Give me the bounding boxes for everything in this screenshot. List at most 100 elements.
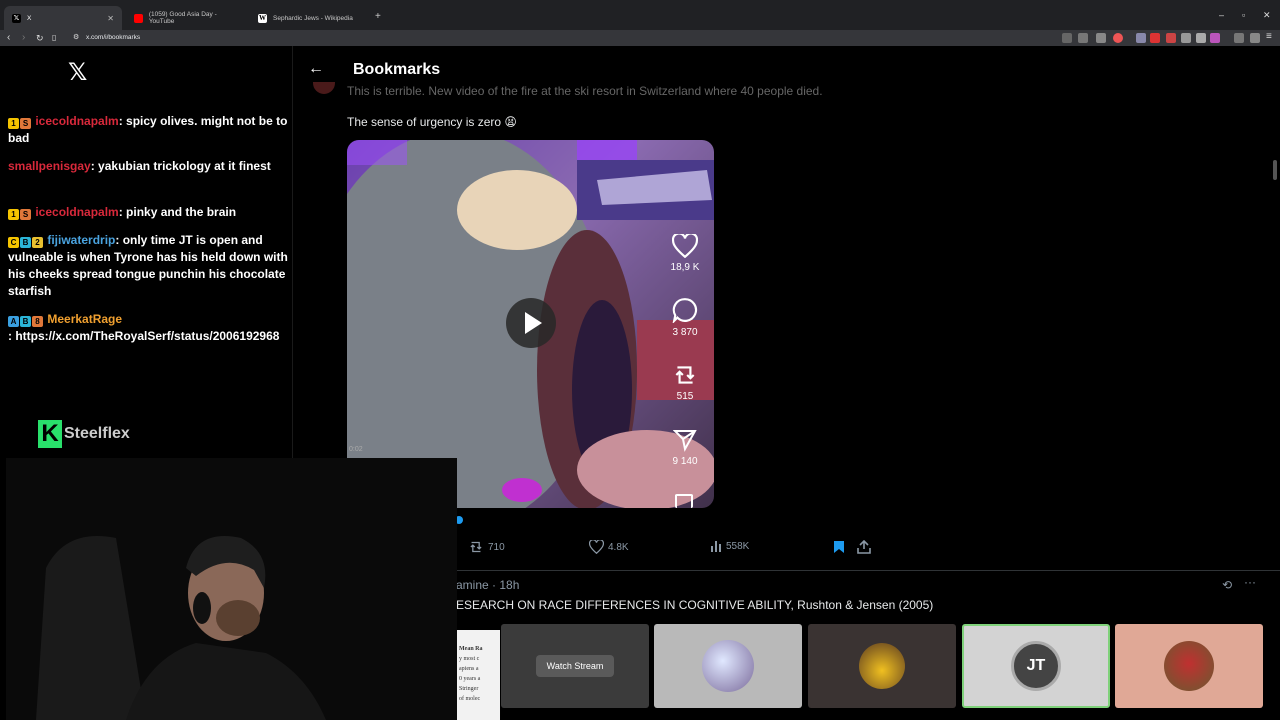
extension-icon[interactable] <box>1136 33 1146 43</box>
paper-image[interactable]: Mean Ra y most c apiens a 0 years a Stri… <box>457 630 500 720</box>
badge-icon: 8 <box>32 316 43 327</box>
close-window-icon[interactable]: ✕ <box>1263 10 1271 21</box>
chat-text: : pinky and the brain <box>118 205 237 219</box>
forward-nav-icon[interactable]: › <box>22 30 25 46</box>
watch-stream-button[interactable]: Watch Stream <box>536 655 614 677</box>
grok-icon[interactable]: ⟲ <box>1222 578 1232 592</box>
badge-icon: 2 <box>32 237 43 248</box>
chat-text: : https://x.com/TheRoyalSerf/status/2006… <box>8 329 280 343</box>
tab-label: (1059) Good Asia Day - YouTube <box>148 11 217 25</box>
chat-username[interactable]: icecoldnapalm <box>35 205 118 219</box>
comment-icon <box>672 298 698 323</box>
chat-message: smallpenisgay: yakubian trickology at it… <box>8 158 290 175</box>
wallet-icon[interactable] <box>1250 33 1260 43</box>
paper-line: y most c <box>459 656 480 662</box>
sidebar-toggle-icon[interactable] <box>1234 33 1244 43</box>
heart-icon <box>589 540 604 554</box>
chat-message: AB8 MeerkatRage : https://x.com/TheRoyalS… <box>8 311 292 345</box>
heart-icon <box>672 234 698 258</box>
view-count: 558K <box>726 540 750 552</box>
close-tab-icon[interactable]: ✕ <box>107 14 114 23</box>
paper-line: Mean Ra <box>459 646 483 652</box>
x-logo-icon[interactable]: 𝕏 <box>68 58 87 87</box>
tab-label: X <box>27 14 32 22</box>
chat-username[interactable]: smallpenisgay <box>8 159 91 173</box>
minimize-icon[interactable]: – <box>1219 10 1224 20</box>
new-tab-button[interactable]: + <box>375 11 381 22</box>
stream-thumb[interactable] <box>808 624 956 708</box>
reload-icon[interactable]: ↻ <box>36 30 44 46</box>
chat-message: 1S icecoldnapalm: spicy olives. might no… <box>8 113 290 147</box>
bookmark-button[interactable] <box>833 540 845 559</box>
tab-label: Sephardic Jews - Wikipedia <box>273 14 353 22</box>
play-button[interactable] <box>506 298 556 348</box>
upload-icon <box>857 539 871 554</box>
chat-username[interactable]: icecoldnapalm <box>35 114 118 128</box>
extension-icon[interactable] <box>1181 33 1191 43</box>
video-comment-button[interactable]: 3 870 <box>664 297 706 338</box>
chat-message: CB2 fijiwaterdrip: only time JT is open … <box>8 232 290 300</box>
maximize-icon[interactable]: ▫ <box>1242 10 1245 20</box>
bookmark-page-icon[interactable]: ▯ <box>52 30 56 46</box>
share-icon[interactable] <box>1096 33 1106 43</box>
zoom-icon[interactable] <box>1078 33 1088 43</box>
author-name[interactable]: amine <box>456 578 489 592</box>
badge-icon: B <box>20 316 31 327</box>
more-options-icon[interactable]: ··· <box>1244 575 1256 589</box>
video-share-button[interactable]: 9 140 <box>664 428 706 467</box>
badge-icon: S <box>20 209 31 220</box>
video-timecode: 0:02 <box>349 446 363 453</box>
tweet-time: 18h <box>499 578 520 592</box>
sponsor-name: Steelflex <box>64 425 130 442</box>
share-button[interactable] <box>857 539 871 559</box>
tab-youtube[interactable]: (1059) Good Asia Day - YouTube <box>126 6 250 30</box>
repost-count: 515 <box>676 391 694 402</box>
back-nav-icon[interactable]: ‹ <box>7 30 10 46</box>
site-info-icon[interactable]: ⚙ <box>73 30 79 46</box>
chat-username[interactable]: MeerkatRage <box>47 312 122 326</box>
like-action[interactable]: 4.8K <box>589 540 629 554</box>
paper-line: of molec <box>459 696 481 702</box>
repost-action[interactable]: 710 <box>468 540 505 554</box>
repost-count: 710 <box>488 541 505 553</box>
like-count: 18,9 K <box>670 262 700 273</box>
extension-icon[interactable] <box>1196 33 1206 43</box>
stream-thumb[interactable] <box>654 624 802 708</box>
paper-line: 0 years a <box>459 676 481 682</box>
avatar <box>702 640 754 692</box>
avatar <box>859 643 905 689</box>
play-icon <box>525 312 542 334</box>
share-count: 9 140 <box>672 456 698 467</box>
extension-icon[interactable] <box>1062 33 1072 43</box>
tweet-text: The sense of urgency is zero 😫 <box>347 115 517 129</box>
views-action[interactable]: 558K <box>710 540 749 552</box>
badge-icon: 1 <box>8 118 19 129</box>
repost-icon <box>470 541 482 553</box>
like-count: 4.8K <box>608 541 629 553</box>
video-repost-button[interactable]: 515 <box>664 363 706 402</box>
back-arrow-icon[interactable]: ← <box>308 60 324 78</box>
menu-icon[interactable]: ≡ <box>1266 31 1272 42</box>
stream-thumb[interactable] <box>1115 624 1263 708</box>
tab-x[interactable]: 𝕏 X ✕ <box>4 6 122 30</box>
tweet-text-partial: This is terrible. New video of the fire … <box>347 84 823 98</box>
next-tweet-text: ESEARCH ON RACE DIFFERENCES IN COGNITIVE… <box>456 598 934 612</box>
kick-logo-icon: K <box>38 420 62 448</box>
brave-shield-icon[interactable] <box>1113 33 1123 43</box>
tab-wikipedia[interactable]: W Sephardic Jews - Wikipedia <box>250 6 374 30</box>
extension-icon[interactable] <box>1150 33 1160 43</box>
chat-text: : yakubian trickology at it finest <box>90 159 271 173</box>
scrollbar-thumb[interactable] <box>1273 160 1277 180</box>
video-like-button[interactable]: 18,9 K <box>664 234 706 273</box>
chat-message: 1S icecoldnapalm: pinky and the brain <box>8 204 290 221</box>
stream-thumb-active[interactable]: JT <box>962 624 1110 708</box>
badge-icon: A <box>8 316 19 327</box>
save-icon[interactable] <box>675 494 693 508</box>
repost-icon <box>675 366 695 384</box>
url-field[interactable]: x.com/i/bookmarks <box>86 30 140 46</box>
extension-icon[interactable] <box>1210 33 1220 43</box>
webcam-feed <box>6 458 457 720</box>
chat-username[interactable]: fijiwaterdrip <box>47 233 115 247</box>
paper-line: Stringer <box>459 686 479 692</box>
extension-icon[interactable] <box>1166 33 1176 43</box>
